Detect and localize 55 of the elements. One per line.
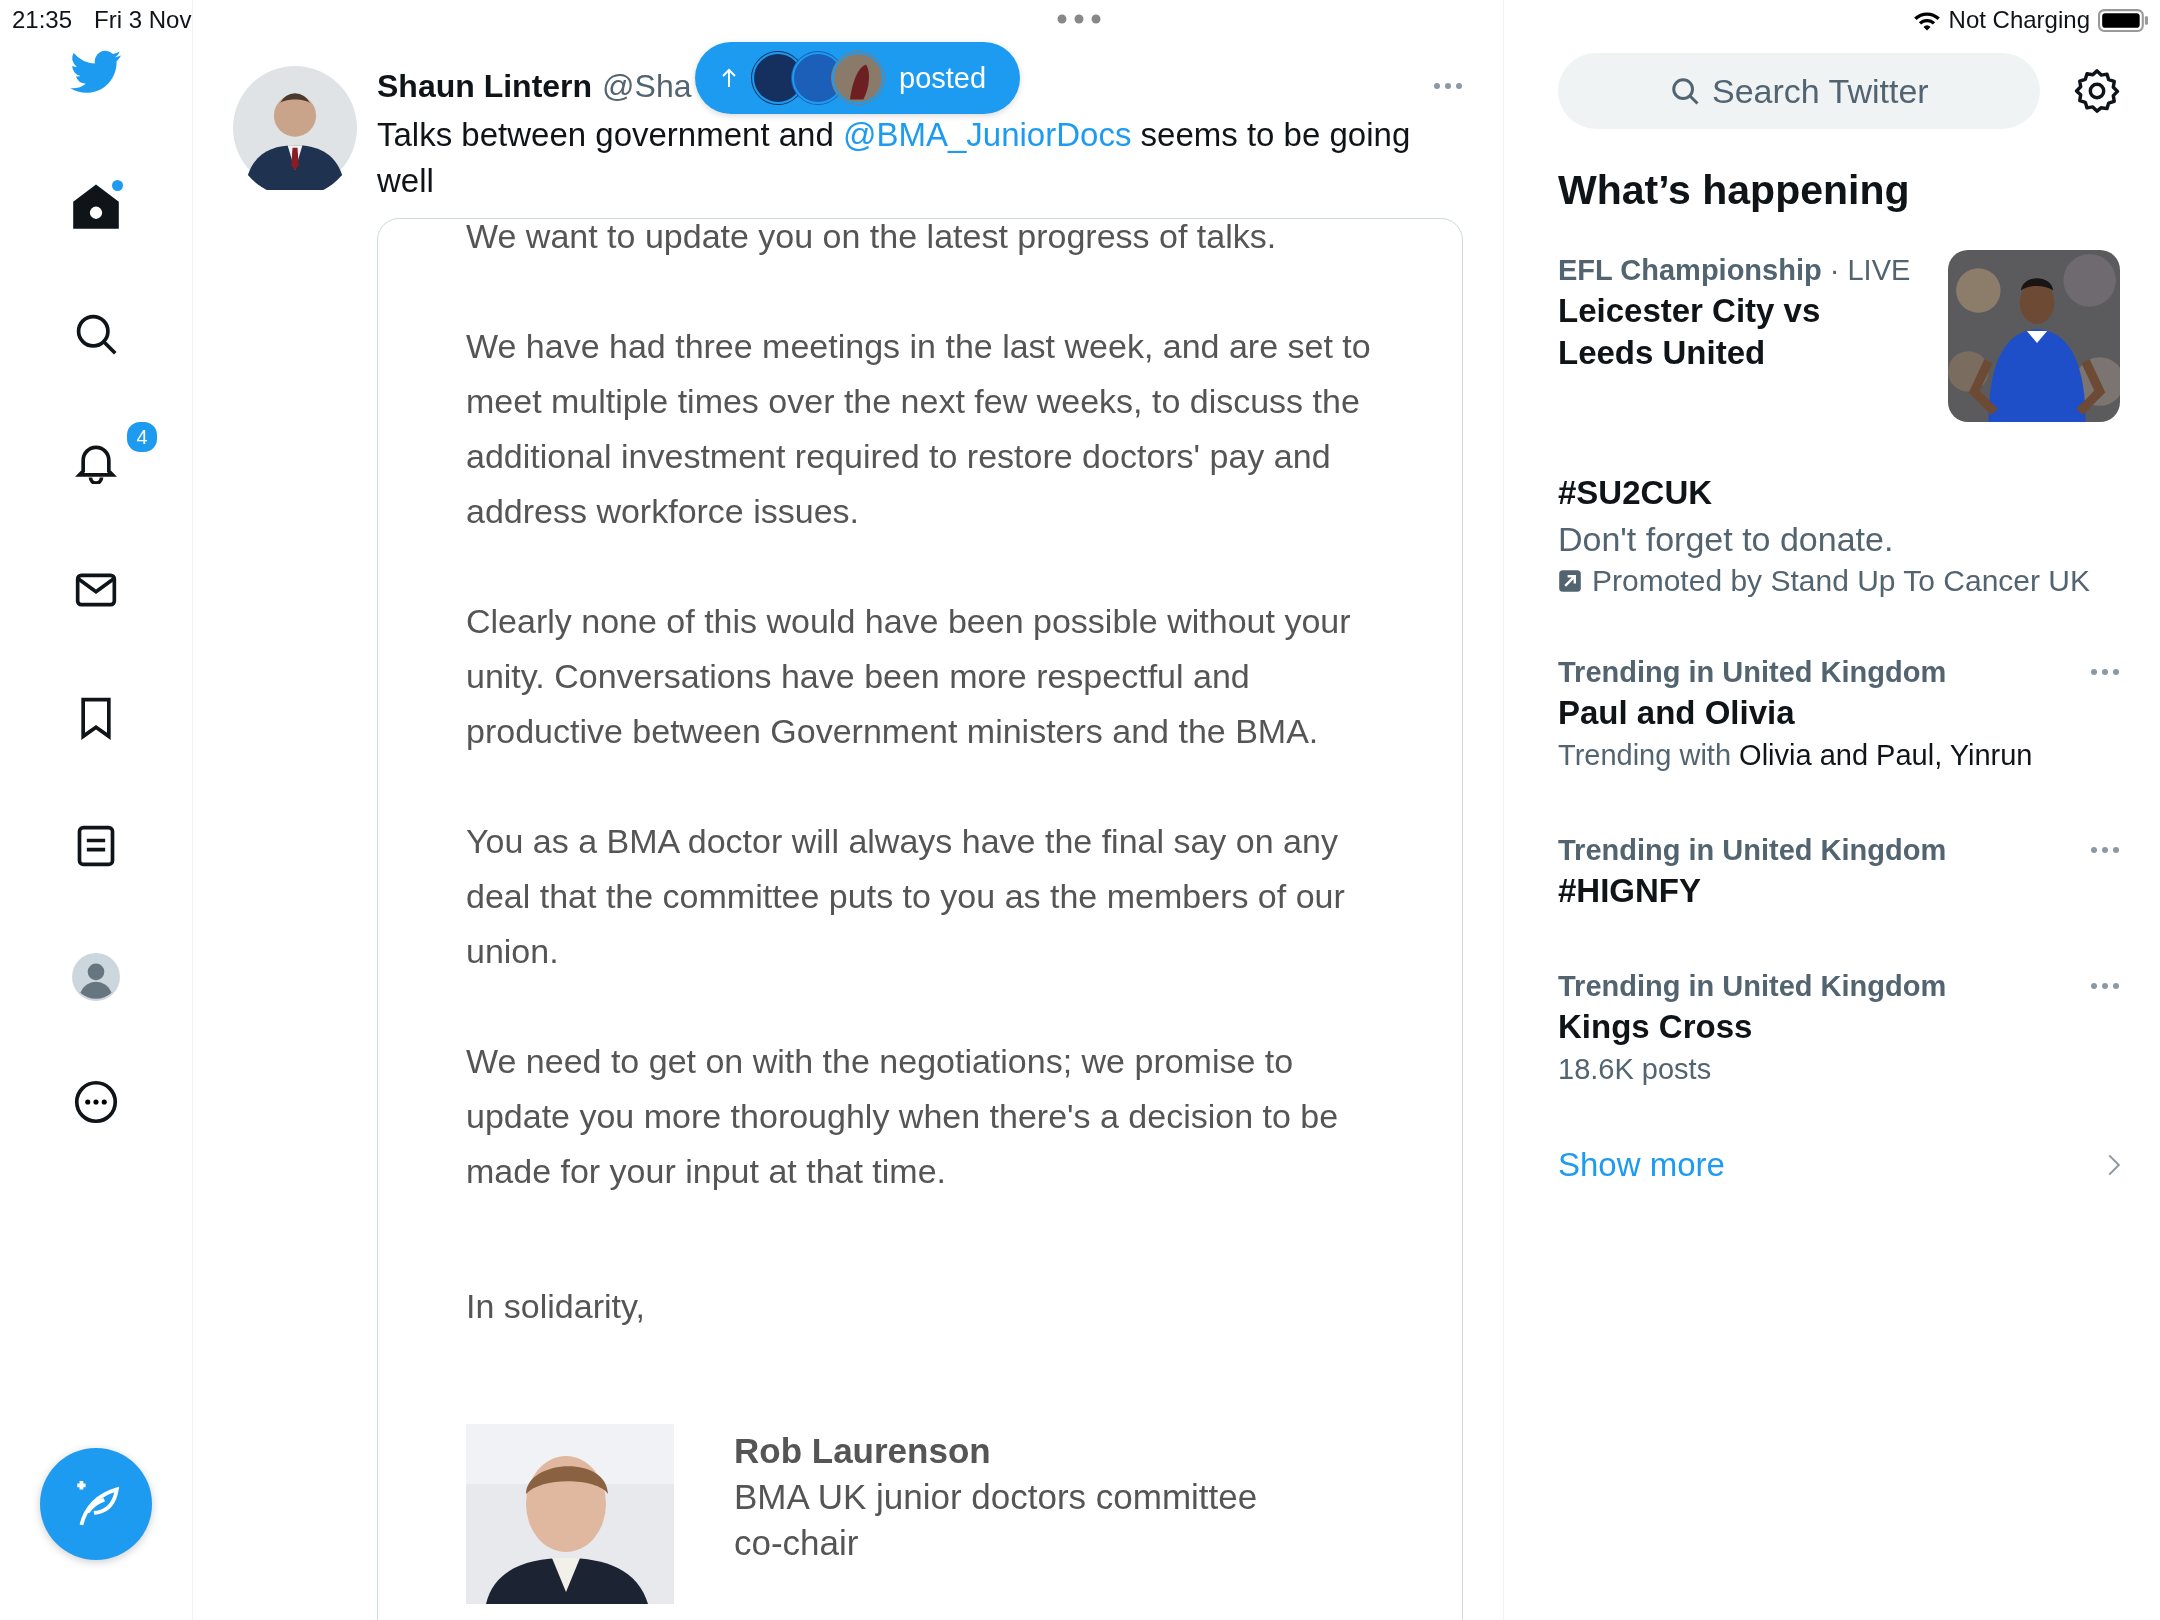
trend-category: Trending in United Kingdom: [1558, 833, 1947, 868]
status-date: Fri 3 Nov: [94, 6, 192, 34]
section-title: What’s happening: [1558, 167, 1911, 214]
bird-logo-icon[interactable]: [70, 50, 122, 94]
multitasking-dots-icon[interactable]: [1057, 14, 1101, 24]
search-icon[interactable]: [74, 312, 118, 356]
up-arrow-icon: [721, 68, 737, 88]
trending-with-text: Trending with Olivia and Paul, Yinrun: [1558, 738, 2034, 773]
trend-item[interactable]: Trending in United Kingdom Paul and Olivia Trending with Olivia and Paul, Yinrun: [1558, 652, 2120, 776]
search-field[interactable]: Search Twitter: [1558, 53, 2040, 129]
more-options-icon[interactable]: [2090, 668, 2120, 676]
trend-item[interactable]: Trending in United Kingdom #HIGNFY: [1558, 830, 2120, 912]
trend-category: EFL Championship · LIVE: [1558, 253, 1911, 288]
more-options-icon[interactable]: [1433, 82, 1463, 90]
more-options-icon[interactable]: [2090, 846, 2120, 854]
promoted-icon: [1558, 569, 1582, 593]
author-handle[interactable]: @Sha: [602, 67, 692, 105]
letter-closing: In solidarity,: [466, 1286, 646, 1327]
compose-button[interactable]: [40, 1448, 152, 1560]
signer-name: Rob Laurenson: [734, 1430, 992, 1472]
trend-title: #SU2CUK: [1558, 473, 1714, 513]
profile-avatar-icon[interactable]: [71, 952, 121, 1002]
author-name[interactable]: Shaun Lintern: [377, 67, 593, 105]
tweet-text: Talks between government and @BMA_JuniorDocs seems to be going well: [377, 115, 1412, 201]
trend-item[interactable]: EFL Championship · LIVE Leicester City vs Leeds United: [1558, 250, 2120, 422]
account-avatar: [831, 51, 885, 105]
search-icon: [1670, 76, 1700, 106]
trend-category: Trending in United Kingdom: [1558, 969, 1947, 1004]
status-time: 21:35: [12, 6, 73, 34]
trend-title: Paul and Olivia: [1558, 693, 1796, 733]
settings-icon[interactable]: [2074, 68, 2120, 114]
notification-count: 4: [125, 420, 159, 454]
battery-icon: [2098, 8, 2148, 32]
letter-paragraph: We want to update you on the latest progress of talks.: [466, 216, 1278, 257]
trend-title: #HIGNFY: [1558, 871, 1703, 911]
trend-title: Leicester City vs Leeds United: [1558, 291, 1822, 373]
trend-item[interactable]: #SU2CUK Don't forget to donate. Promoted by Stand Up To Cancer UK: [1558, 472, 2120, 598]
letter-paragraph: We have had three meetings in the last week, and are set to meet multiple times over the next few weeks, to discuss the additional investment required to restore doctors' pay and address workforce issues.: [466, 326, 1372, 532]
author-avatar[interactable]: [233, 66, 357, 190]
letter-paragraph: We need to get on with the negotiations; we promise to update you more thoroughly when there's a decision to be made for your input at that time.: [466, 1041, 1340, 1192]
letter-paragraph: Clearly none of this would have been possible without your unity. Conversations have been more respectful and productive between Government ministers and the BMA.: [466, 601, 1352, 752]
more-icon[interactable]: [74, 1080, 118, 1124]
trend-title: Kings Cross: [1558, 1007, 1754, 1047]
battery-status: Not Charging: [1948, 6, 2090, 34]
letter-image[interactable]: [377, 218, 1463, 1620]
promoted-by-label[interactable]: Promoted by Stand Up To Cancer UK: [1592, 564, 2091, 598]
letter-paragraph: You as a BMA doctor will always have the final say on any deal that the committee puts to you as the members of our union.: [466, 821, 1346, 972]
home-icon[interactable]: [73, 184, 119, 230]
trend-category: Trending in United Kingdom: [1558, 655, 1947, 690]
more-options-icon[interactable]: [2090, 982, 2120, 990]
signer-role: BMA UK junior doctors committee co-chair: [734, 1476, 1259, 1564]
trend-item[interactable]: Trending in United Kingdom Kings Cross 18.6K posts: [1558, 966, 2120, 1090]
post-count: 18.6K posts: [1558, 1052, 1713, 1087]
promoted-description: Don't forget to donate.: [1558, 519, 1895, 560]
chevron-right-icon[interactable]: [2108, 1154, 2120, 1176]
